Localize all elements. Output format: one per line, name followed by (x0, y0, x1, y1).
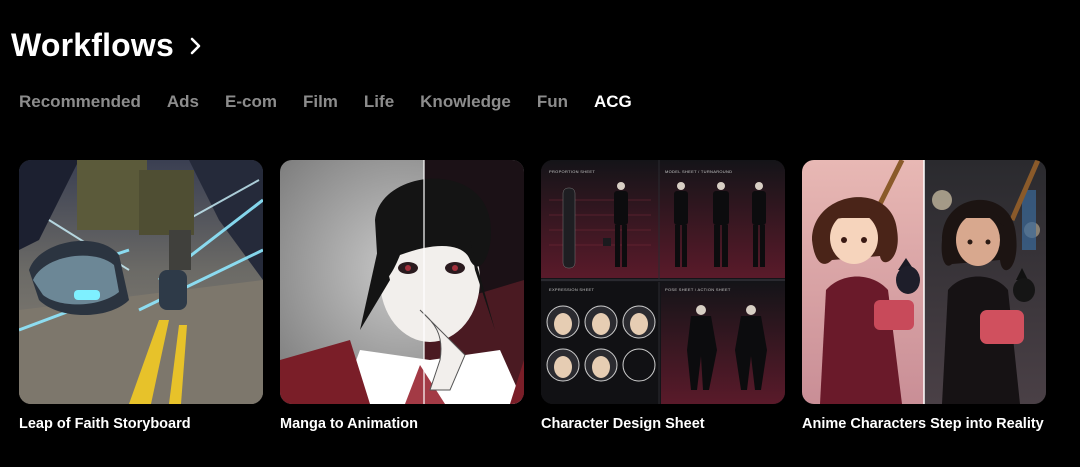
workflow-card-leap-of-faith[interactable]: Leap of Faith Storyboard (19, 160, 263, 434)
workflow-card-manga-to-animation[interactable]: Manga to Animation (280, 160, 524, 434)
chevron-right-icon (190, 37, 201, 55)
tab-ads[interactable]: Ads (167, 90, 199, 114)
workflow-card-anime-to-reality[interactable]: Anime Characters Step into Reality (802, 160, 1046, 434)
sheet-label-model: MODEL SHEET / TURNAROUND (665, 169, 732, 174)
tab-film[interactable]: Film (303, 90, 338, 114)
page-title: Workflows (11, 27, 175, 63)
workflows-header[interactable]: Workflows (11, 26, 204, 64)
tab-knowledge[interactable]: Knowledge (420, 90, 511, 114)
workflow-card-character-design-sheet[interactable]: PROPORTION SHEET MODEL SHEET / TURNAROUN… (541, 160, 785, 434)
tab-recommended[interactable]: Recommended (19, 90, 141, 114)
card-thumbnail[interactable] (19, 160, 263, 404)
tab-e-com[interactable]: E-com (225, 90, 277, 114)
card-title: Character Design Sheet (541, 416, 705, 432)
manga-portrait-illustration (280, 160, 524, 404)
card-thumbnail[interactable]: PROPORTION SHEET MODEL SHEET / TURNAROUN… (541, 160, 785, 404)
storyboard-illustration (19, 160, 263, 404)
tab-acg[interactable]: ACG (594, 90, 632, 114)
card-title: Anime Characters Step into Reality (802, 416, 1044, 432)
sheet-label-pose: POSE SHEET / ACTION SHEET (665, 287, 731, 292)
card-title: Leap of Faith Storyboard (19, 416, 191, 432)
category-tabs: Recommended Ads E-com Film Life Knowledg… (19, 90, 632, 114)
anime-to-reality-illustration (802, 160, 1046, 404)
card-thumbnail[interactable] (280, 160, 524, 404)
sheet-label-expression: EXPRESSION SHEET (549, 287, 595, 292)
character-sheet-illustration: PROPORTION SHEET MODEL SHEET / TURNAROUN… (541, 160, 785, 404)
workflow-cards: Leap of Faith Storyboard Manga to Animat… (19, 160, 1046, 434)
card-title: Manga to Animation (280, 416, 419, 432)
tab-fun[interactable]: Fun (537, 90, 568, 114)
tab-life[interactable]: Life (364, 90, 394, 114)
sheet-label-proportion: PROPORTION SHEET (549, 169, 595, 174)
card-thumbnail[interactable] (802, 160, 1046, 404)
